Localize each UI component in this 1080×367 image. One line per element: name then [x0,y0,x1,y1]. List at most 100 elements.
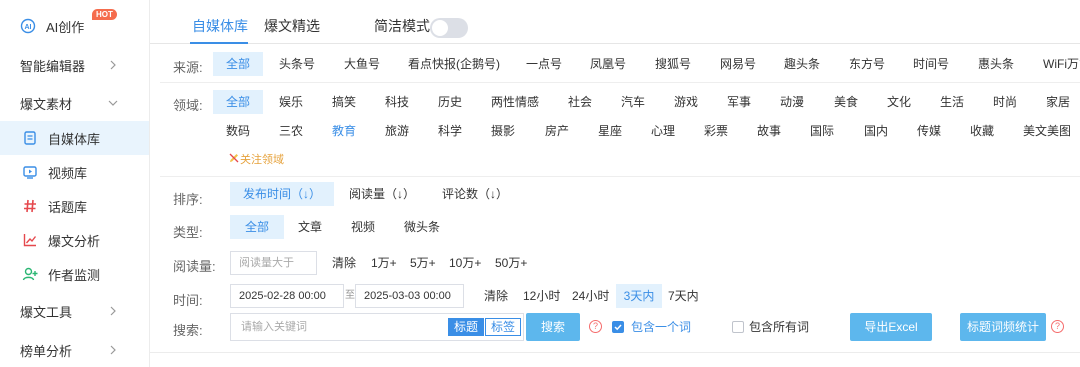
time-option[interactable]: 24小时 [572,284,609,308]
search-mode-title[interactable]: 标题 [448,318,485,336]
domain-option[interactable]: 故事 [757,119,781,143]
sidebar-item-video-library[interactable]: 视频库 [0,155,149,189]
domain-option[interactable]: 科技 [385,90,409,114]
sort-option[interactable]: 发布时间（↓） [230,182,334,206]
follow-domain-link[interactable]: 关注领域 [228,148,284,172]
end-date-input[interactable]: 2025-03-03 00:00 [355,284,464,308]
domain-option[interactable]: 彩票 [704,119,728,143]
source-option[interactable]: WiFi万能 [1043,52,1080,76]
domain-option[interactable]: 社会 [568,90,592,114]
domain-option[interactable]: 传媒 [917,119,941,143]
start-date-input[interactable]: 2025-02-28 00:00 [230,284,344,308]
source-option[interactable]: 时间号 [913,52,949,76]
time-option[interactable]: 12小时 [523,284,560,308]
sidebar-item-smart-editor[interactable]: 智能编辑器 [0,48,149,82]
include-all-label[interactable]: 包含所有词 [749,315,809,339]
sidebar-item-media-library[interactable]: 自媒体库 [0,121,149,155]
domain-option[interactable]: 军事 [727,90,751,114]
domain-option[interactable]: 旅游 [385,119,409,143]
source-option[interactable]: 一点号 [526,52,562,76]
sidebar-item-label: 爆文工具 [20,304,73,320]
search-mode-tag[interactable]: 标签 [485,318,522,336]
include-all-checkbox[interactable] [732,321,744,333]
compact-mode-toggle[interactable] [430,18,468,38]
domain-option[interactable]: 数码 [226,119,250,143]
reads-option[interactable]: 50万+ [495,251,527,275]
type-option[interactable]: 全部 [230,215,284,239]
domain-option[interactable]: 房产 [545,119,569,143]
domain-option[interactable]: 国内 [864,119,888,143]
include-any-checkbox[interactable] [612,321,624,333]
reads-clear-button[interactable]: 清除 [332,251,356,275]
domain-option[interactable]: 美食 [834,90,858,114]
help-icon[interactable]: ? [589,320,602,333]
domain-option[interactable]: 教育 [332,119,356,143]
domain-option[interactable]: 动漫 [780,90,804,114]
source-option[interactable]: 趣头条 [784,52,820,76]
domain-option[interactable]: 心理 [651,119,675,143]
source-option[interactable]: 东方号 [849,52,885,76]
sidebar-item-ai-create[interactable]: AI AI创作 [0,9,149,43]
time-clear-button[interactable]: 清除 [484,284,508,308]
source-option[interactable]: 搜狐号 [655,52,691,76]
domain-option[interactable]: 汽车 [621,90,645,114]
help-icon[interactable]: ? [1051,320,1064,333]
sidebar-item-viral-tools[interactable]: 爆文工具 [0,294,149,328]
sidebar-item-author-monitor[interactable]: 作者监测 [0,257,149,291]
sidebar-item-viral-material[interactable]: 爆文素材 [0,86,149,120]
search-button[interactable]: 搜索 [526,313,580,341]
source-option[interactable]: 凤凰号 [590,52,626,76]
domain-option[interactable]: 两性情感 [491,90,539,114]
domain-option[interactable]: 游戏 [674,90,698,114]
source-option[interactable]: 看点快报(企鹅号) [408,52,500,76]
domain-option[interactable]: 全部 [213,90,263,114]
chevron-right-icon [110,306,116,316]
reads-option[interactable]: 1万+ [371,251,397,275]
tab-viral-picks[interactable]: 爆文精选 [264,16,320,36]
domain-option[interactable]: 收藏 [970,119,994,143]
tab-media-library[interactable]: 自媒体库 [192,16,248,36]
source-option[interactable]: 大鱼号 [344,52,380,76]
domain-option[interactable]: 摄影 [491,119,515,143]
source-option[interactable]: 头条号 [279,52,315,76]
tab-bar: 自媒体库 爆文精选 简洁模式 [150,0,1080,44]
export-excel-button[interactable]: 导出Excel [850,313,932,341]
time-option[interactable]: 7天内 [668,284,699,308]
svg-text:AI: AI [25,24,32,31]
sidebar-item-ranking-analysis[interactable]: 榜单分析 [0,333,149,367]
source-option[interactable]: 全部 [213,52,263,76]
time-option[interactable]: 3天内 [616,284,662,308]
reads-option[interactable]: 10万+ [449,251,481,275]
domain-option[interactable]: 三农 [279,119,303,143]
reads-option[interactable]: 5万+ [410,251,436,275]
domain-option[interactable]: 科学 [438,119,462,143]
domain-option[interactable]: 历史 [438,90,462,114]
type-option[interactable]: 微头条 [404,215,440,239]
domain-option[interactable]: 美文美图 [1023,119,1071,143]
include-any-label[interactable]: 包含一个词 [631,315,691,339]
sort-option[interactable]: 阅读量（↓） [349,182,415,206]
domain-option[interactable]: 搞笑 [332,90,356,114]
sidebar-item-topic-library[interactable]: 话题库 [0,189,149,223]
title-word-frequency-button[interactable]: 标题词频统计 [960,313,1046,341]
domain-option[interactable]: 娱乐 [279,90,303,114]
domain-option[interactable]: 家居 [1046,90,1070,114]
domain-option[interactable]: 星座 [598,119,622,143]
type-option[interactable]: 文章 [298,215,322,239]
pencil-icon [229,153,239,163]
min-reads-input[interactable]: 阅读量大于 [230,251,317,275]
domain-option[interactable]: 文化 [887,90,911,114]
source-option[interactable]: 惠头条 [978,52,1014,76]
sidebar-item-label: AI创作 [46,19,85,35]
hashtag-icon [22,198,38,214]
sidebar-item-viral-analysis[interactable]: 爆文分析 [0,223,149,257]
type-option[interactable]: 视频 [351,215,375,239]
domain-option[interactable]: 国际 [810,119,834,143]
domain-option[interactable]: 时尚 [993,90,1017,114]
sort-option[interactable]: 评论数（↓） [442,182,508,206]
check-icon [614,324,622,331]
domain-option[interactable]: 生活 [940,90,964,114]
source-option[interactable]: 网易号 [720,52,756,76]
sidebar-item-label: 智能编辑器 [20,58,86,74]
ai-icon: AI [20,18,36,34]
